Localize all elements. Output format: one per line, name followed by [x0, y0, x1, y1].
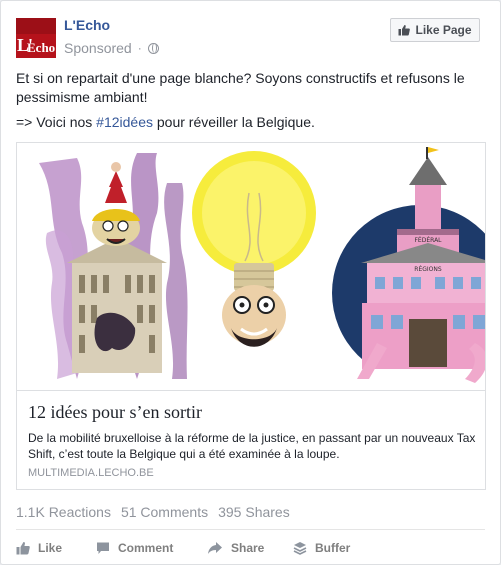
like-button[interactable]: Like: [16, 541, 96, 555]
page-logo[interactable]: L' Echo: [16, 18, 56, 58]
comment-button[interactable]: Comment: [96, 541, 207, 555]
buffer-button[interactable]: Buffer: [293, 541, 350, 555]
comment-icon: [97, 542, 109, 554]
share-icon: [208, 542, 222, 554]
thumbs-up-icon: [398, 25, 411, 36]
comment-label: Comment: [118, 541, 174, 555]
post-line-2-suffix: pour réveiller la Belgique.: [153, 114, 315, 130]
palace-cartoon: [39, 153, 188, 379]
engagement-stats: 1.1K Reactions 51 Comments 395 Shares: [16, 504, 290, 520]
logo-text-echo: Echo: [27, 40, 56, 55]
card-domain: MULTIMEDIA.LECHO.BE: [28, 467, 154, 479]
comments-count[interactable]: 51 Comments: [121, 504, 208, 520]
shares-count[interactable]: 395 Shares: [218, 504, 290, 520]
buffer-icon: [293, 542, 307, 555]
cartoon-illustration-svg: FÉDÉRAL RÉGIONS: [39, 147, 485, 390]
actions-divider: [16, 529, 485, 530]
post-actions: Like Comment Share Buffer: [16, 537, 350, 559]
like-page-label: Like Page: [415, 23, 472, 37]
sponsored-post: L' Echo L'Echo Sponsored · Like Page Et …: [0, 0, 501, 565]
cartoon-illustration[interactable]: FÉDÉRAL RÉGIONS: [17, 143, 485, 391]
sponsored-label[interactable]: Sponsored: [64, 40, 132, 56]
sign-federal: FÉDÉRAL: [414, 236, 442, 244]
post-meta: Sponsored ·: [64, 40, 159, 56]
buffer-label: Buffer: [315, 541, 351, 555]
like-icon: [16, 542, 30, 555]
card-title[interactable]: 12 idées pour s’en sortir: [28, 402, 202, 423]
page-name-link[interactable]: L'Echo: [64, 17, 110, 33]
house-cartoon: FÉDÉRAL RÉGIONS: [332, 147, 485, 390]
hashtag-link[interactable]: #12idées: [96, 114, 153, 130]
link-preview-card[interactable]: FÉDÉRAL RÉGIONS 12 idées pour s’en sorti…: [16, 142, 486, 490]
share-label: Share: [231, 541, 265, 555]
like-page-button[interactable]: Like Page: [390, 18, 480, 42]
like-label: Like: [38, 541, 63, 555]
reactions-count[interactable]: 1.1K Reactions: [16, 504, 111, 520]
globe-icon: [147, 42, 159, 54]
card-description: De la mobilité bruxelloise à la réforme …: [28, 431, 476, 461]
post-line-2-prefix: => Voici nos: [16, 114, 97, 130]
post-line-1: Et si on repartait d'une page blanche? S…: [16, 70, 465, 105]
logo-band: [16, 18, 56, 34]
lightbulb-cartoon: [192, 151, 316, 347]
meta-separator: ·: [137, 41, 142, 55]
post-message: Et si on repartait d'une page blanche? S…: [16, 69, 486, 138]
share-button[interactable]: Share: [207, 541, 293, 555]
post-line-2: => Voici nos #12idées pour réveiller la …: [16, 113, 486, 132]
sign-regions: RÉGIONS: [414, 265, 442, 273]
